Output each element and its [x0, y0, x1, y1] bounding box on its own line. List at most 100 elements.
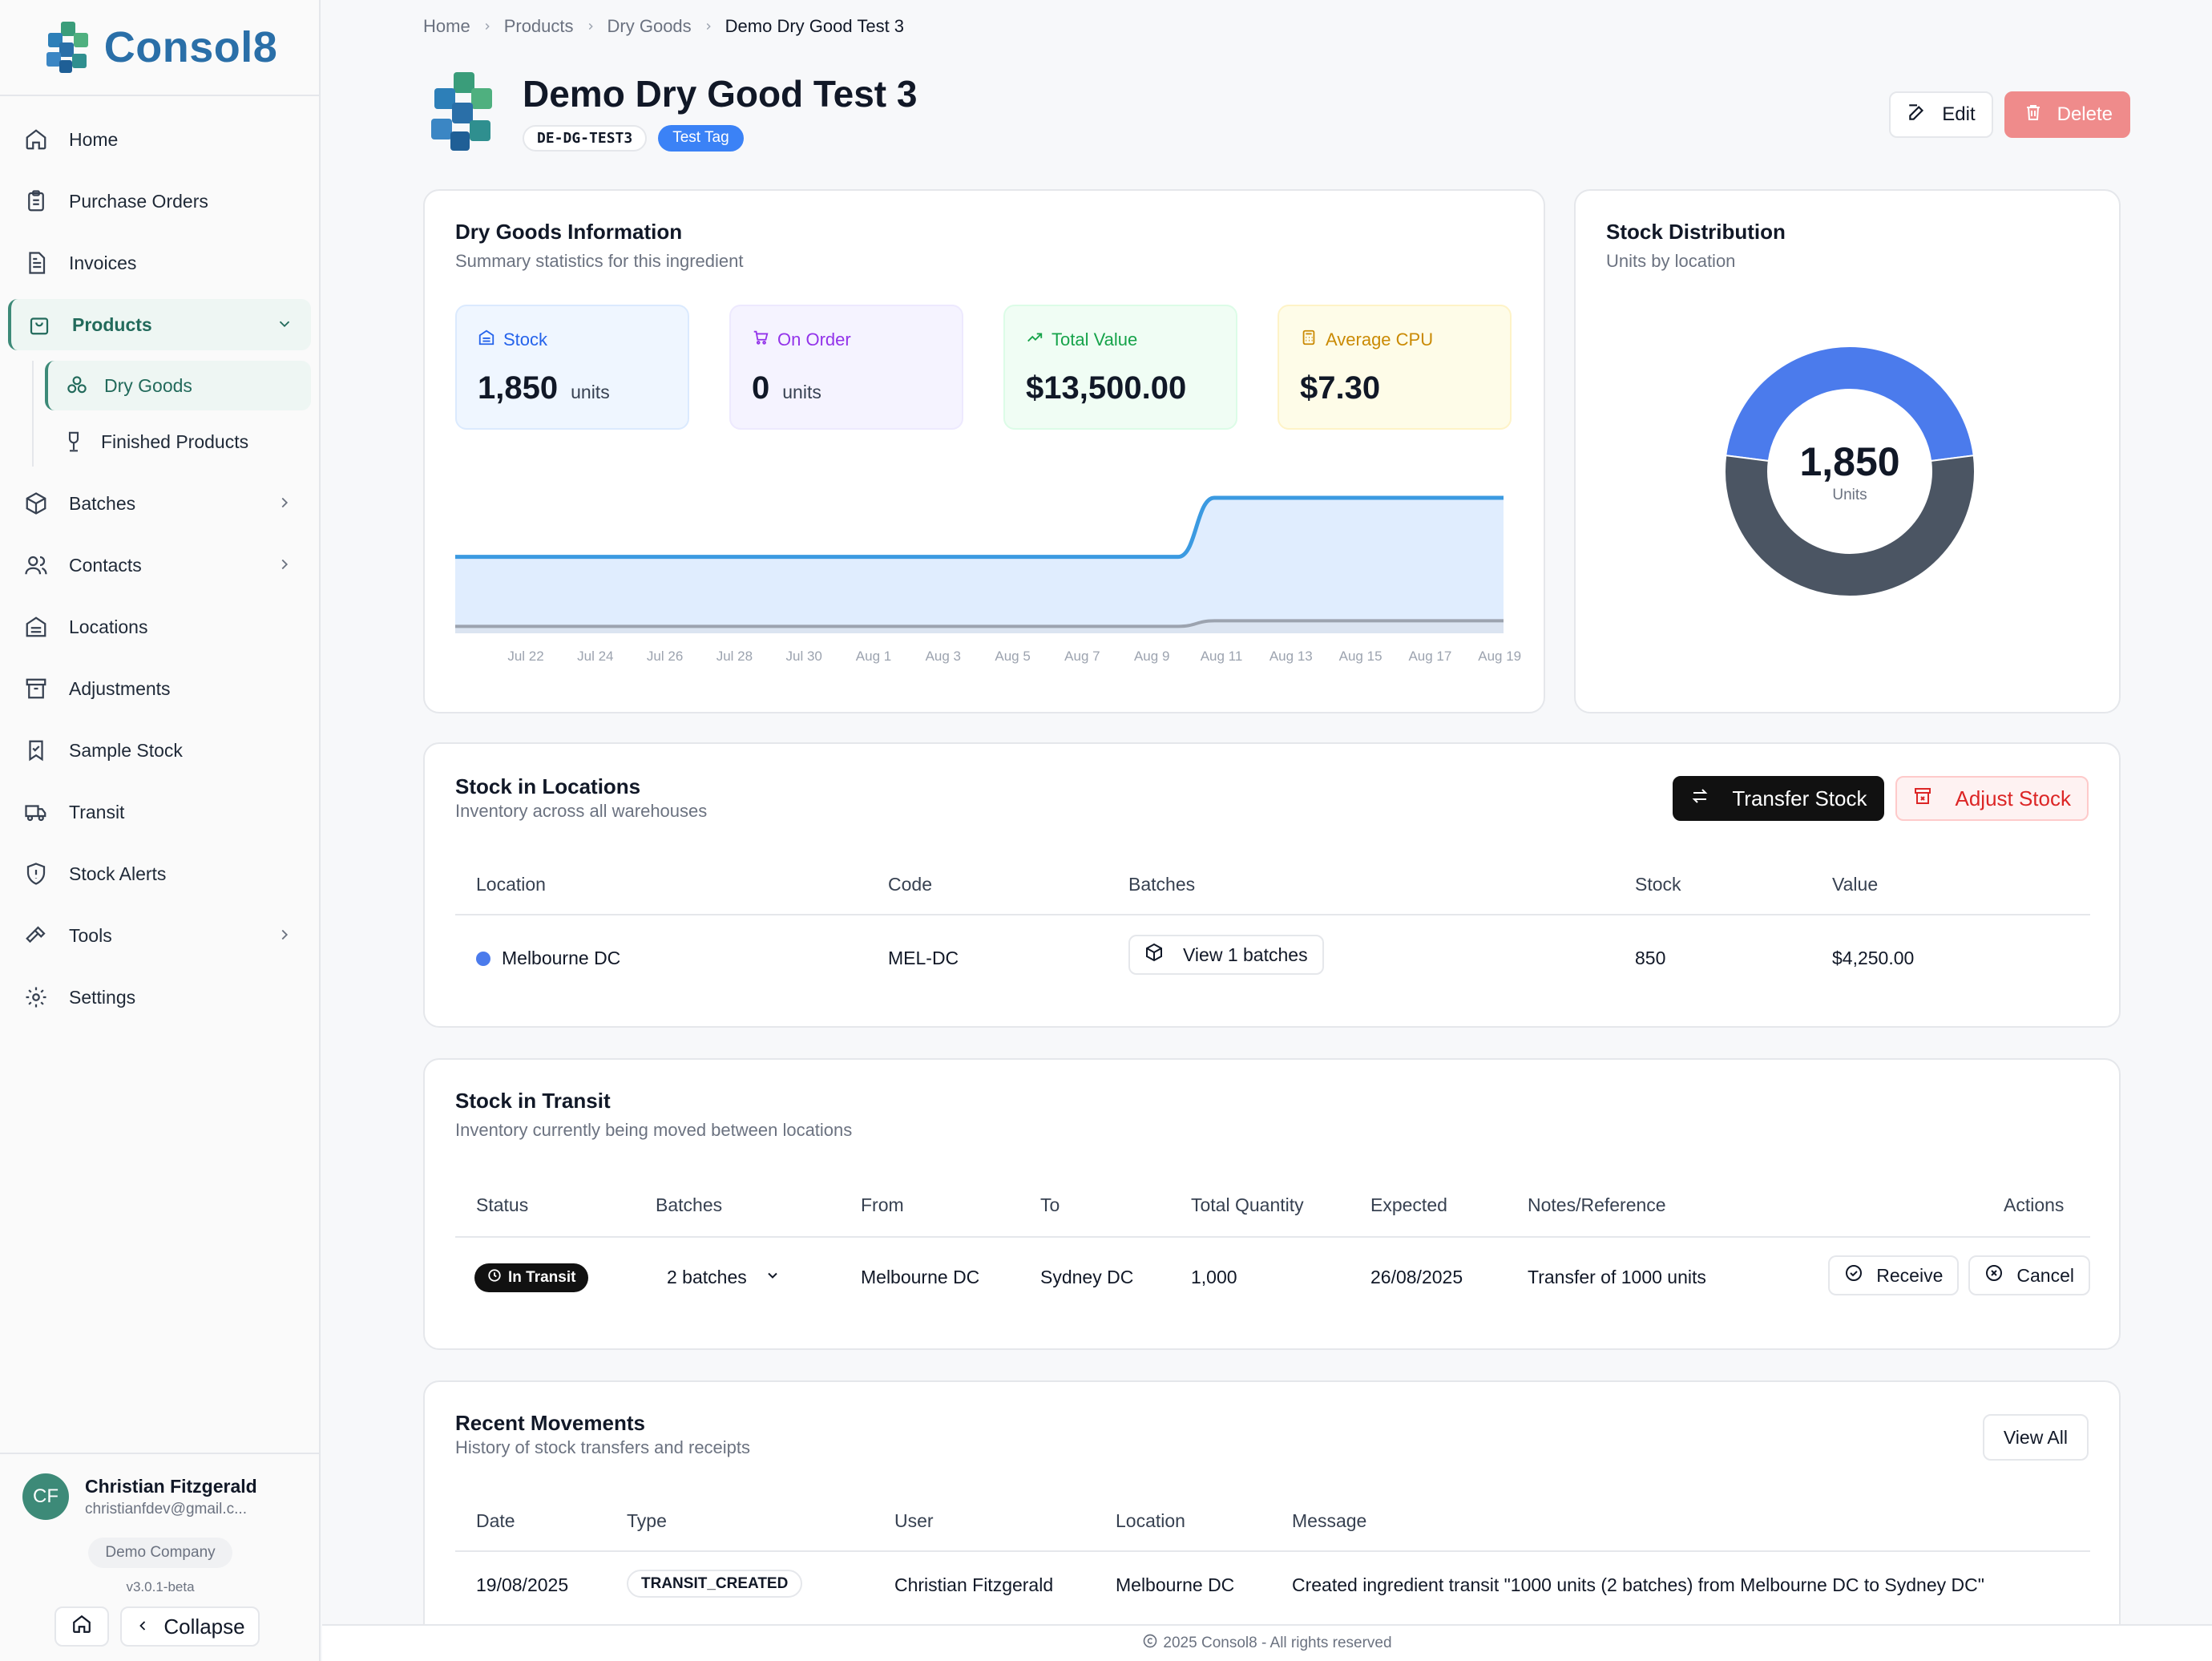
sidebar-item-adjustments[interactable]: Adjustments: [8, 663, 311, 714]
sidebar-item-purchase-orders[interactable]: Purchase Orders: [8, 176, 311, 227]
sidebar-item-label: Settings: [69, 986, 136, 1008]
product-tag-badge[interactable]: Test Tag: [658, 125, 744, 152]
user-email: christianfdev@gmail.c...: [85, 1500, 247, 1518]
movement-type-badge: TRANSIT_CREATED: [627, 1570, 803, 1598]
company-badge[interactable]: Demo Company: [88, 1538, 232, 1568]
code-cell: MEL-DC: [888, 948, 959, 968]
chevron-right-icon[interactable]: [276, 926, 293, 948]
stat-value: $7.30: [1300, 370, 1381, 406]
sidebar-item-invoices[interactable]: Invoices: [8, 237, 311, 289]
chevron-down-icon[interactable]: [276, 315, 293, 337]
col-header-code[interactable]: Code: [888, 874, 932, 895]
donut-center-label: Units: [1832, 487, 1867, 503]
stat-unit: units: [782, 382, 821, 402]
sidebar-item-label: Invoices: [69, 252, 137, 273]
sidebar-item-label: Home: [69, 128, 119, 150]
delete-button[interactable]: Delete: [2004, 91, 2130, 138]
edit-icon: [1907, 102, 1927, 128]
check-circle-icon: [1844, 1263, 1863, 1287]
receive-button[interactable]: Receive: [1828, 1255, 1960, 1295]
collapse-button[interactable]: Collapse: [120, 1606, 260, 1647]
sidebar-item-home[interactable]: Home: [8, 114, 311, 165]
edit-label: Edit: [1942, 103, 1976, 125]
sidebar-item-contacts[interactable]: Contacts: [8, 540, 311, 591]
sidebar-item-label: Dry Goods: [104, 374, 192, 396]
brand[interactable]: Consol8: [0, 0, 319, 96]
transfer-icon: [1690, 786, 1709, 811]
col-header-user[interactable]: User: [894, 1510, 934, 1532]
col-header-message[interactable]: Message: [1292, 1510, 1366, 1532]
stock-history-chart[interactable]: Jul 22 Jul 24 Jul 26 Jul 28 Jul 30 Aug 1 Aug 3…: [441, 455, 1531, 664]
stat-stock: Stock 1,850 units: [455, 305, 689, 430]
sidebar-item-label: Contacts: [69, 554, 142, 576]
header-actions: Edit Delete: [1889, 91, 2130, 138]
stat-value: 1,850: [478, 370, 559, 406]
batches-dropdown[interactable]: 2 batches: [667, 1267, 781, 1288]
sidebar-item-transit[interactable]: Transit: [8, 786, 311, 838]
adjust-stock-label: Adjust Stock: [1955, 786, 2071, 810]
sidebar-item-finished-products[interactable]: Finished Products: [45, 417, 311, 467]
col-header-type[interactable]: Type: [627, 1510, 667, 1532]
sidebar-item-settings[interactable]: Settings: [8, 972, 311, 1023]
stat-label: Stock: [503, 329, 548, 350]
col-header-status[interactable]: Status: [476, 1194, 528, 1216]
stat-label-row: Total Value: [1026, 329, 1215, 351]
col-header-date[interactable]: Date: [476, 1510, 515, 1532]
card-subtitle: Inventory currently being moved between …: [455, 1120, 853, 1140]
col-header-to[interactable]: To: [1040, 1194, 1060, 1216]
col-header-notes[interactable]: Notes/Reference: [1528, 1194, 1666, 1216]
breadcrumb: Home Products Dry Goods Demo Dry Good Te…: [423, 16, 904, 37]
breadcrumb-products[interactable]: Products: [504, 16, 574, 37]
sidebar-item-stock-alerts[interactable]: Stock Alerts: [8, 848, 311, 899]
sidebar-item-products[interactable]: Products: [8, 299, 311, 350]
sidebar: Consol8 Home Purchase Orders Invoices Pr…: [0, 0, 321, 1661]
user-cell: Christian Fitzgerald: [894, 1574, 1054, 1595]
stat-label-row: On Order: [752, 329, 941, 351]
sidebar-item-batches[interactable]: Batches: [8, 478, 311, 529]
col-header-batches[interactable]: Batches: [656, 1194, 722, 1216]
x-tick-label: Aug 9: [1134, 649, 1169, 664]
card-subtitle: Units by location: [1606, 251, 1736, 271]
view-all-button[interactable]: View All: [1982, 1414, 2089, 1461]
breadcrumb-home[interactable]: Home: [423, 16, 470, 37]
col-header-location[interactable]: Location: [1116, 1510, 1185, 1532]
user-profile[interactable]: CF Christian Fitzgerald christianfdev@gm…: [0, 1454, 321, 1520]
gear-icon: [22, 984, 50, 1011]
view-batches-button[interactable]: View 1 batches: [1128, 935, 1324, 975]
box-icon: [22, 490, 50, 517]
breadcrumb-dry-goods[interactable]: Dry Goods: [607, 16, 692, 37]
transfer-stock-button[interactable]: Transfer Stock: [1673, 776, 1885, 821]
col-header-location[interactable]: Location: [476, 874, 546, 895]
col-header-total-quantity[interactable]: Total Quantity: [1191, 1194, 1304, 1216]
sidebar-item-dry-goods[interactable]: Dry Goods: [45, 361, 311, 410]
adjust-stock-button[interactable]: Adjust Stock: [1895, 776, 2089, 821]
col-header-stock[interactable]: Stock: [1635, 874, 1681, 895]
divider: [455, 1236, 2090, 1238]
edit-button[interactable]: Edit: [1889, 91, 1993, 138]
batches-label: 2 batches: [667, 1267, 747, 1287]
cancel-button[interactable]: Cancel: [1968, 1255, 2090, 1295]
x-tick-label: Aug 17: [1408, 649, 1451, 664]
bookmark-icon: [22, 737, 50, 764]
home-icon: [71, 1614, 92, 1640]
col-header-actions: Actions: [2004, 1194, 2065, 1215]
sidebar-nav: Home Purchase Orders Invoices Products D…: [0, 96, 319, 1023]
col-header-batches[interactable]: Batches: [1128, 874, 1195, 895]
sidebar-item-tools[interactable]: Tools: [8, 910, 311, 961]
col-header-from[interactable]: From: [861, 1194, 904, 1216]
from-cell: Melbourne DC: [861, 1267, 980, 1287]
x-circle-icon: [1984, 1263, 2004, 1287]
x-tick-label: Jul 28: [716, 649, 753, 664]
home-button[interactable]: [54, 1606, 109, 1647]
location-name: Melbourne DC: [502, 948, 621, 968]
chevron-right-icon[interactable]: [276, 494, 293, 516]
clock-icon: [487, 1268, 502, 1287]
sidebar-item-label: Batches: [69, 492, 136, 514]
sidebar-item-sample-stock[interactable]: Sample Stock: [8, 725, 311, 776]
col-header-value[interactable]: Value: [1832, 874, 1878, 895]
sidebar-item-locations[interactable]: Locations: [8, 601, 311, 653]
value-cell: $4,250.00: [1832, 948, 1915, 968]
col-header-expected[interactable]: Expected: [1370, 1194, 1447, 1216]
product-code-badge: DE-DG-TEST3: [523, 125, 648, 152]
chevron-right-icon[interactable]: [276, 556, 293, 578]
